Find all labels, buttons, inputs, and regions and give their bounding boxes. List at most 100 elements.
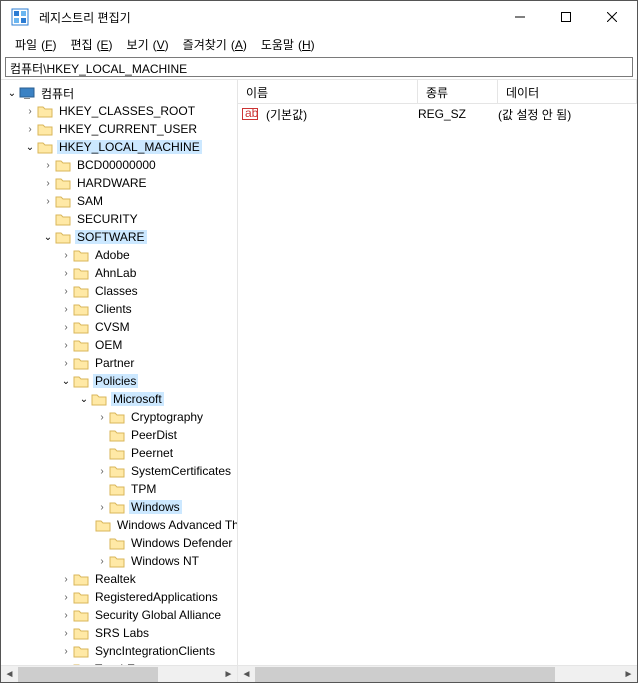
- folder-icon: [73, 265, 89, 281]
- expand-icon[interactable]: [95, 412, 109, 423]
- expand-icon[interactable]: [95, 556, 109, 567]
- expand-icon[interactable]: [23, 106, 37, 117]
- expand-icon[interactable]: [41, 160, 55, 171]
- tree-node-sam[interactable]: SAM: [1, 192, 237, 210]
- expand-icon[interactable]: [59, 340, 73, 351]
- expand-icon[interactable]: [59, 268, 73, 279]
- expand-icon[interactable]: [23, 124, 37, 135]
- tree-node-syscert[interactable]: SystemCertificates: [1, 462, 237, 480]
- folder-icon: [55, 193, 71, 209]
- value-row-default[interactable]: ab (기본값) REG_SZ (값 설정 안 됨): [238, 104, 637, 124]
- tree-node-peernet[interactable]: Peernet: [1, 444, 237, 462]
- minimize-button[interactable]: [497, 2, 543, 32]
- tree-node-realtek[interactable]: Realtek: [1, 570, 237, 588]
- tree-node-hkcu[interactable]: HKEY_CURRENT_USER: [1, 120, 237, 138]
- tree-label: BCD00000000: [75, 158, 158, 172]
- tree-label: Security Global Alliance: [93, 608, 223, 622]
- tree-node-classes[interactable]: Classes: [1, 282, 237, 300]
- list-scrollbar-h[interactable]: ◄ ►: [238, 665, 637, 682]
- tree-node-sga[interactable]: Security Global Alliance: [1, 606, 237, 624]
- tree-node-sync[interactable]: SyncIntegrationClients: [1, 642, 237, 660]
- expand-icon[interactable]: [59, 286, 73, 297]
- tree-label: Windows: [129, 500, 182, 514]
- expand-icon[interactable]: [59, 646, 73, 657]
- expand-icon[interactable]: [59, 358, 73, 369]
- expand-icon[interactable]: [41, 178, 55, 189]
- tree-node-bcd[interactable]: BCD00000000: [1, 156, 237, 174]
- tree-node-software[interactable]: SOFTWARE: [1, 228, 237, 246]
- expand-icon[interactable]: [59, 304, 73, 315]
- expand-icon[interactable]: [59, 376, 73, 387]
- address-bar[interactable]: 컴퓨터\HKEY_LOCAL_MACHINE: [5, 57, 633, 77]
- scroll-right-icon[interactable]: ►: [220, 666, 237, 682]
- tree-node-windef[interactable]: Windows Defender: [1, 534, 237, 552]
- col-data[interactable]: 데이터: [498, 80, 637, 103]
- menu-edit[interactable]: 편집(E): [62, 34, 116, 55]
- tree-node-hklm[interactable]: HKEY_LOCAL_MACHINE: [1, 138, 237, 156]
- maximize-button[interactable]: [543, 2, 589, 32]
- tree-label: HARDWARE: [75, 176, 149, 190]
- tree-node-root[interactable]: 컴퓨터: [1, 84, 237, 102]
- tree-node-adobe[interactable]: Adobe: [1, 246, 237, 264]
- tree-scrollbar-h[interactable]: ◄ ►: [1, 665, 237, 682]
- scroll-thumb[interactable]: [255, 667, 555, 682]
- tree-node-winadv[interactable]: Windows Advanced Threat Protection: [1, 516, 237, 534]
- tree-node-windows[interactable]: Windows: [1, 498, 237, 516]
- expand-icon[interactable]: [59, 592, 73, 603]
- expand-icon[interactable]: [41, 232, 55, 243]
- tree-node-winnt[interactable]: Windows NT: [1, 552, 237, 570]
- tree-label: SyncIntegrationClients: [93, 644, 217, 658]
- menubar: 파일(F) 편집(E) 보기(V) 즐겨찾기(A) 도움말(H): [1, 33, 637, 55]
- tree-node-crypto[interactable]: Cryptography: [1, 408, 237, 426]
- menu-view[interactable]: 보기(V): [119, 34, 173, 55]
- tree-label: Cryptography: [129, 410, 205, 424]
- tree-node-peerdist[interactable]: PeerDist: [1, 426, 237, 444]
- scroll-thumb[interactable]: [18, 667, 158, 682]
- scroll-right-icon[interactable]: ►: [620, 666, 637, 683]
- folder-icon: [109, 463, 125, 479]
- tree-node-ahnlab[interactable]: AhnLab: [1, 264, 237, 282]
- col-type[interactable]: 종류: [418, 80, 498, 103]
- menu-fav[interactable]: 즐겨찾기(A): [175, 34, 251, 55]
- tree-node-tpm[interactable]: TPM: [1, 480, 237, 498]
- expand-icon[interactable]: [59, 610, 73, 621]
- tree-label: Windows NT: [129, 554, 201, 568]
- computer-icon: [19, 85, 35, 101]
- folder-icon: [73, 283, 89, 299]
- expand-icon[interactable]: [23, 142, 37, 153]
- close-button[interactable]: [589, 2, 635, 32]
- scroll-left-icon[interactable]: ◄: [1, 666, 18, 682]
- expand-icon[interactable]: [59, 628, 73, 639]
- list-body: ab (기본값) REG_SZ (값 설정 안 됨): [238, 104, 637, 665]
- tree-node-hkcr[interactable]: HKEY_CLASSES_ROOT: [1, 102, 237, 120]
- scroll-left-icon[interactable]: ◄: [238, 666, 255, 683]
- tree-node-policies[interactable]: Policies: [1, 372, 237, 390]
- tree-node-regapps[interactable]: RegisteredApplications: [1, 588, 237, 606]
- tree-label: HKEY_CLASSES_ROOT: [57, 104, 197, 118]
- tree-node-oem[interactable]: OEM: [1, 336, 237, 354]
- menu-file[interactable]: 파일(F): [7, 34, 60, 55]
- expand-icon[interactable]: [5, 88, 19, 99]
- tree-node-microsoft[interactable]: Microsoft: [1, 390, 237, 408]
- folder-icon: [109, 535, 125, 551]
- tree-node-hardware[interactable]: HARDWARE: [1, 174, 237, 192]
- tree-node-partner[interactable]: Partner: [1, 354, 237, 372]
- tree-node-cvsm[interactable]: CVSM: [1, 318, 237, 336]
- folder-icon: [73, 247, 89, 263]
- expand-icon[interactable]: [95, 466, 109, 477]
- expand-icon[interactable]: [77, 394, 91, 405]
- folder-icon: [109, 553, 125, 569]
- tree-label: HKEY_CURRENT_USER: [57, 122, 199, 136]
- folder-icon: [109, 445, 125, 461]
- col-name[interactable]: 이름: [238, 80, 418, 103]
- expand-icon[interactable]: [95, 502, 109, 513]
- menu-help[interactable]: 도움말(H): [253, 34, 319, 55]
- tree-node-clients[interactable]: Clients: [1, 300, 237, 318]
- expand-icon[interactable]: [41, 196, 55, 207]
- expand-icon[interactable]: [59, 322, 73, 333]
- tree-pane: 컴퓨터 HKEY_CLASSES_ROOT HKEY_CURRENT_USER HKE…: [1, 80, 238, 682]
- expand-icon[interactable]: [59, 250, 73, 261]
- expand-icon[interactable]: [59, 574, 73, 585]
- tree-node-srs[interactable]: SRS Labs: [1, 624, 237, 642]
- tree-node-security[interactable]: SECURITY: [1, 210, 237, 228]
